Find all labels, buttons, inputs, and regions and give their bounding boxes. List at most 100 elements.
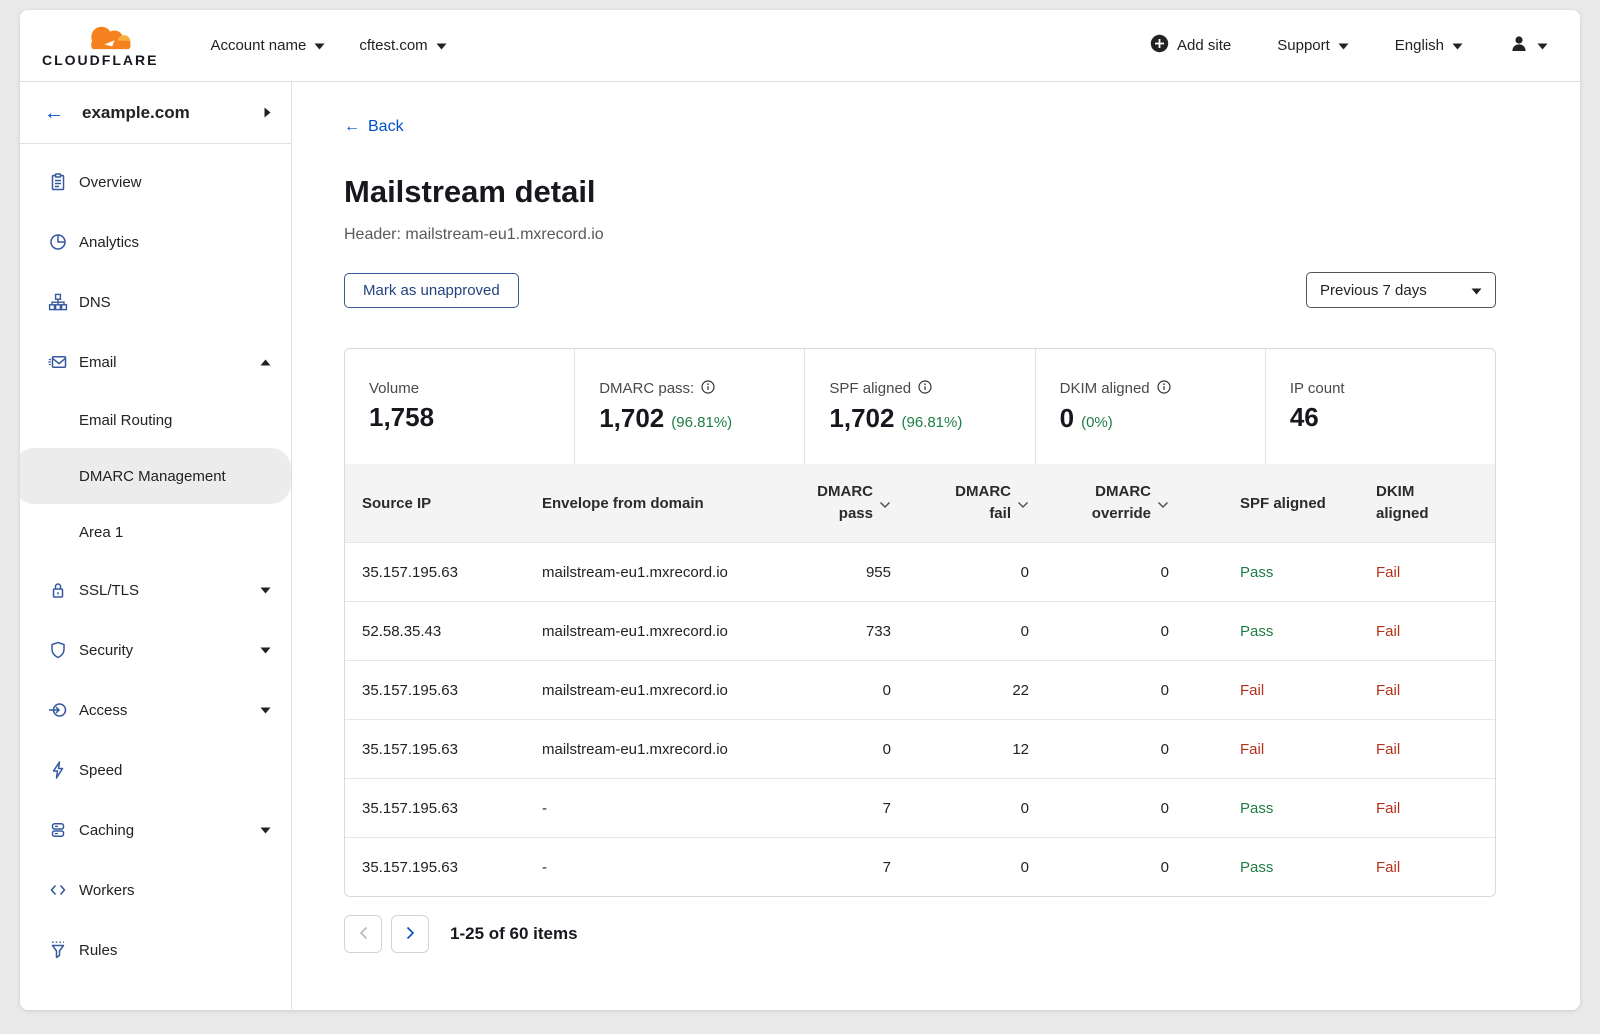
col-header-dmarc-pass[interactable]: DMARC pass	[787, 481, 907, 525]
date-range-select[interactable]: Previous 7 days	[1306, 272, 1496, 308]
lock-icon	[48, 580, 68, 600]
chevron-up-icon	[260, 359, 271, 366]
sidebar-item-access[interactable]: Access	[20, 680, 291, 740]
site-switch-icon[interactable]	[264, 107, 271, 118]
cell-dkim-aligned: Fail	[1340, 859, 1495, 876]
sidebar-item-email-routing[interactable]: Email Routing	[20, 392, 291, 448]
account-menu[interactable]: Account name	[206, 31, 329, 60]
table-row[interactable]: 35.157.195.63 - 7 0 0 Pass Fail	[345, 778, 1495, 837]
col-header-dmarc-override[interactable]: DMARC override	[1045, 481, 1185, 525]
active-site-name: example.com	[82, 103, 190, 123]
col-header-envelope-from: Envelope from domain	[525, 495, 787, 512]
cell-spf-aligned: Fail	[1185, 682, 1340, 699]
back-link[interactable]: ← Back	[344, 118, 404, 136]
cell-dmarc-override: 0	[1045, 800, 1185, 817]
main-content: ← Back Mailstream detail Header: mailstr…	[292, 82, 1580, 1010]
language-menu[interactable]: English	[1391, 31, 1467, 60]
chevron-down-icon	[260, 587, 271, 594]
cell-dkim-aligned: Fail	[1340, 564, 1495, 581]
sidebar-item-security[interactable]: Security	[20, 620, 291, 680]
sidebar-item-dns[interactable]: DNS	[20, 272, 291, 332]
cell-dmarc-fail: 0	[907, 859, 1045, 876]
table-row[interactable]: 35.157.195.63 - 7 0 0 Pass Fail	[345, 837, 1495, 896]
cell-dkim-aligned: Fail	[1340, 623, 1495, 640]
sidebar-item-dmarc-management[interactable]: DMARC Management	[20, 448, 291, 504]
prev-page-button[interactable]	[344, 915, 382, 953]
chevron-down-icon	[260, 647, 271, 654]
table-row[interactable]: 35.157.195.63 mailstream-eu1.mxrecord.io…	[345, 719, 1495, 778]
cell-envelope-from: mailstream-eu1.mxrecord.io	[525, 623, 787, 640]
sidebar-item-ssl-tls[interactable]: SSL/TLS	[20, 560, 291, 620]
cell-envelope-from: mailstream-eu1.mxrecord.io	[525, 741, 787, 758]
next-page-button[interactable]	[391, 915, 429, 953]
info-icon[interactable]	[918, 380, 932, 398]
cell-envelope-from: mailstream-eu1.mxrecord.io	[525, 564, 787, 581]
cell-source-ip: 35.157.195.63	[345, 564, 525, 581]
network-icon	[48, 292, 68, 312]
chevron-down-icon	[260, 827, 271, 834]
support-menu[interactable]: Support	[1273, 31, 1353, 60]
cell-dmarc-fail: 0	[907, 564, 1045, 581]
actions-row: Mark as unapproved Previous 7 days	[344, 272, 1496, 308]
cell-envelope-from: -	[525, 800, 787, 817]
cell-dmarc-pass: 733	[787, 623, 907, 640]
sidebar-item-speed[interactable]: Speed	[20, 740, 291, 800]
col-header-dkim-aligned: DKIM aligned	[1340, 481, 1495, 525]
sort-chevron-icon	[1017, 501, 1029, 509]
cloudflare-cloud-icon	[42, 23, 136, 52]
sort-chevron-icon	[879, 501, 891, 509]
stat-dkim-aligned: DKIM aligned 0(0%)	[1035, 349, 1265, 464]
stat-dmarc-pass: DMARC pass: 1,702(96.81%)	[574, 349, 804, 464]
cell-dmarc-override: 0	[1045, 682, 1185, 699]
add-site-button[interactable]: Add site	[1146, 28, 1235, 63]
sidebar-item-area-1[interactable]: Area 1	[20, 504, 291, 560]
table-row[interactable]: 35.157.195.63 mailstream-eu1.mxrecord.io…	[345, 660, 1495, 719]
cell-dmarc-fail: 12	[907, 741, 1045, 758]
mailstream-data-card: Volume 1,758 DMARC pass: 1,702(96.81%) S…	[344, 348, 1496, 897]
plus-circle-icon	[1150, 34, 1169, 57]
info-icon[interactable]	[1157, 380, 1171, 398]
col-header-dmarc-fail[interactable]: DMARC fail	[907, 481, 1045, 525]
user-icon	[1509, 34, 1529, 58]
info-icon[interactable]	[701, 380, 715, 398]
sidebar-item-email[interactable]: Email	[20, 332, 291, 392]
sidebar-site-header: ← example.com	[20, 82, 291, 144]
sidebar-item-overview[interactable]: Overview	[20, 152, 291, 212]
mark-unapproved-button[interactable]: Mark as unapproved	[344, 273, 519, 308]
cell-dmarc-pass: 955	[787, 564, 907, 581]
chevron-down-icon	[1452, 37, 1463, 54]
stat-volume: Volume 1,758	[345, 349, 574, 464]
cell-source-ip: 35.157.195.63	[345, 800, 525, 817]
sidebar-item-workers[interactable]: Workers	[20, 860, 291, 920]
topbar: CLOUDFLARE Account name cftest.com Add s…	[20, 10, 1580, 82]
cell-source-ip: 52.58.35.43	[345, 623, 525, 640]
page-title: Mailstream detail	[344, 174, 1496, 210]
cell-dmarc-override: 0	[1045, 859, 1185, 876]
sidebar-back-icon[interactable]: ←	[44, 103, 64, 123]
sidebar-item-rules[interactable]: Rules	[20, 920, 291, 980]
user-menu[interactable]	[1505, 28, 1552, 64]
cell-spf-aligned: Pass	[1185, 800, 1340, 817]
table-header-row: Source IP Envelope from domain DMARC pas…	[345, 464, 1495, 542]
sort-chevron-icon	[1157, 501, 1169, 509]
mailstream-table: Source IP Envelope from domain DMARC pas…	[345, 464, 1495, 896]
cell-dmarc-override: 0	[1045, 623, 1185, 640]
sidebar-item-analytics[interactable]: Analytics	[20, 212, 291, 272]
pie-chart-icon	[48, 232, 68, 252]
table-row[interactable]: 35.157.195.63 mailstream-eu1.mxrecord.io…	[345, 542, 1495, 601]
cell-dmarc-fail: 0	[907, 623, 1045, 640]
cloudflare-logo[interactable]: CLOUDFLARE	[42, 23, 158, 68]
sidebar-item-caching[interactable]: Caching	[20, 800, 291, 860]
lightning-bolt-icon	[48, 760, 68, 780]
table-row[interactable]: 52.58.35.43 mailstream-eu1.mxrecord.io 7…	[345, 601, 1495, 660]
col-header-source-ip: Source IP	[345, 495, 525, 512]
funnel-icon	[48, 940, 68, 960]
site-menu[interactable]: cftest.com	[355, 31, 450, 60]
cell-dkim-aligned: Fail	[1340, 800, 1495, 817]
cell-dmarc-override: 0	[1045, 564, 1185, 581]
chevron-down-icon	[1471, 282, 1482, 299]
cell-source-ip: 35.157.195.63	[345, 859, 525, 876]
app-window: CLOUDFLARE Account name cftest.com Add s…	[20, 10, 1580, 1010]
chevron-left-icon	[359, 926, 368, 943]
table-body: 35.157.195.63 mailstream-eu1.mxrecord.io…	[345, 542, 1495, 896]
